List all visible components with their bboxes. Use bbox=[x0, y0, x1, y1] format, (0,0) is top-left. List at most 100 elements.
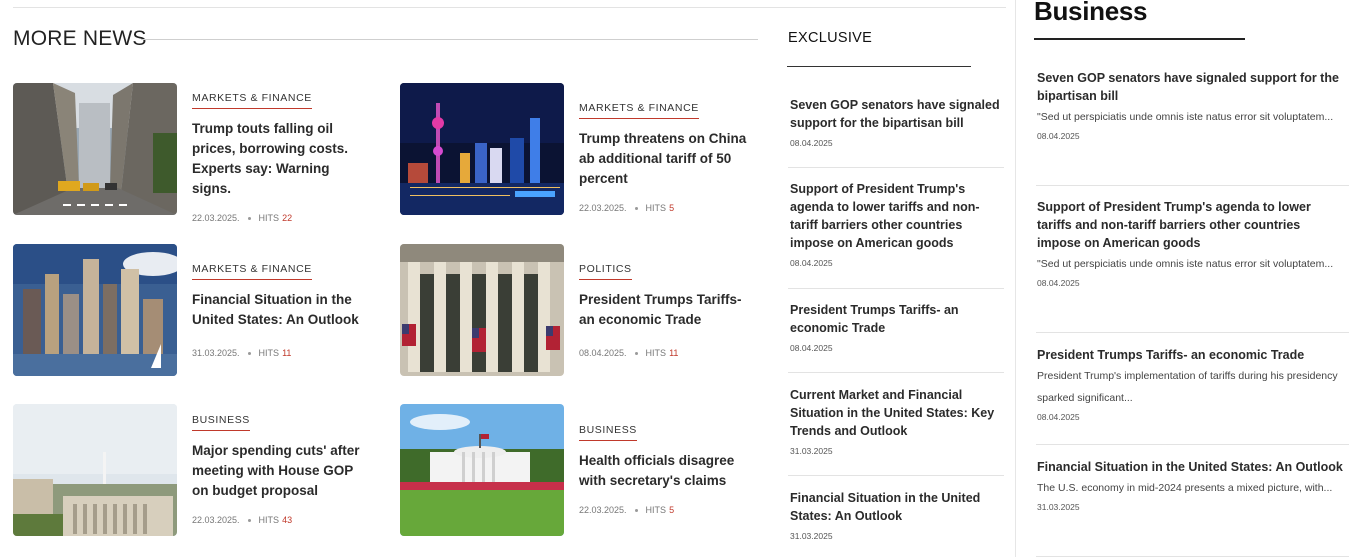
date: 22.03.2025. bbox=[192, 213, 240, 223]
date: 08.04.2025 bbox=[790, 138, 833, 148]
top-divider bbox=[13, 7, 1006, 8]
hits-label: HITS bbox=[258, 515, 280, 525]
more-news-heading: MORE NEWS bbox=[13, 27, 147, 50]
business-item[interactable]: Seven GOP senators have signaled support… bbox=[1037, 69, 1347, 141]
exclusive-heading: EXCLUSIVE bbox=[788, 30, 873, 46]
business-item[interactable]: Financial Situation in the United States… bbox=[1037, 458, 1347, 512]
article-stats: 31.03.2025. HITS 11 bbox=[192, 348, 372, 358]
date: 08.04.2025 bbox=[1037, 412, 1080, 422]
category-label[interactable]: MARKETS & FINANCE bbox=[579, 102, 699, 119]
separator-dot bbox=[634, 508, 638, 512]
business-title-link[interactable]: Seven GOP senators have signaled support… bbox=[1037, 69, 1347, 105]
news-card[interactable]: POLITICS President Trumps Tariffs- an ec… bbox=[400, 244, 760, 379]
hits-label: HITS bbox=[645, 348, 667, 358]
headline-link[interactable]: Health officials disagree with secretary… bbox=[579, 451, 759, 491]
business-title-link[interactable]: Financial Situation in the United States… bbox=[1037, 458, 1347, 476]
separator-dot bbox=[634, 206, 638, 210]
article-stats: 08.04.2025. HITS 11 bbox=[579, 348, 759, 358]
article-stats: 22.03.2025. HITS 43 bbox=[192, 515, 372, 525]
category-label[interactable]: BUSINESS bbox=[579, 424, 637, 441]
hits-label: HITS bbox=[645, 505, 667, 515]
headline-link[interactable]: Major spending cuts' after meeting with … bbox=[192, 441, 372, 501]
business-title-link[interactable]: Support of President Trump's agenda to l… bbox=[1037, 198, 1347, 252]
news-card[interactable]: MARKETS & FINANCE Financial Situation in… bbox=[13, 244, 373, 379]
excerpt: The U.S. economy in mid-2024 presents a … bbox=[1037, 482, 1333, 494]
exclusive-title-link[interactable]: Current Market and Financial Situation i… bbox=[790, 386, 1006, 440]
separator-dot bbox=[634, 351, 638, 355]
separator-dot bbox=[247, 216, 251, 220]
exclusive-item[interactable]: Current Market and Financial Situation i… bbox=[790, 386, 1006, 456]
headline-link[interactable]: Financial Situation in the United States… bbox=[192, 290, 372, 330]
headline-link[interactable]: Trump threatens on China ab additional t… bbox=[579, 129, 759, 189]
hits-label: HITS bbox=[645, 203, 667, 213]
date: 22.03.2025. bbox=[192, 515, 240, 525]
separator-dot bbox=[247, 518, 251, 522]
date: 31.03.2025. bbox=[192, 348, 240, 358]
divider bbox=[1036, 332, 1349, 333]
exclusive-title-link[interactable]: Support of President Trump's agenda to l… bbox=[790, 180, 1006, 252]
shanghai-skyline-photo[interactable] bbox=[400, 83, 564, 215]
headline-link[interactable]: President Trumps Tariffs- an economic Tr… bbox=[579, 290, 759, 330]
business-rule bbox=[1034, 38, 1245, 40]
exclusive-rule bbox=[787, 66, 971, 67]
date: 08.04.2025. bbox=[579, 348, 627, 358]
divider bbox=[788, 372, 1004, 373]
category-label[interactable]: BUSINESS bbox=[192, 414, 250, 431]
date: 22.03.2025. bbox=[579, 203, 627, 213]
divider bbox=[788, 288, 1004, 289]
date: 31.03.2025 bbox=[790, 531, 833, 541]
date: 08.04.2025 bbox=[790, 343, 833, 353]
date: 08.04.2025 bbox=[1037, 131, 1080, 141]
nyc-skyline-photo[interactable] bbox=[13, 244, 177, 376]
excerpt: President Trump's implementation of tari… bbox=[1037, 370, 1338, 404]
date: 31.03.2025 bbox=[790, 446, 833, 456]
category-label[interactable]: MARKETS & FINANCE bbox=[192, 263, 312, 280]
exclusive-item[interactable]: Financial Situation in the United States… bbox=[790, 489, 1006, 541]
hits-count: 5 bbox=[669, 505, 675, 515]
news-card[interactable]: BUSINESS Health officials disagree with … bbox=[400, 404, 760, 539]
business-item[interactable]: President Trumps Tariffs- an economic Tr… bbox=[1037, 346, 1347, 422]
exclusive-title-link[interactable]: Seven GOP senators have signaled support… bbox=[790, 96, 1006, 132]
hits-count: 43 bbox=[282, 515, 293, 525]
news-card[interactable]: BUSINESS Major spending cuts' after meet… bbox=[13, 404, 373, 539]
column-divider bbox=[1015, 0, 1016, 557]
article-stats: 22.03.2025. HITS 22 bbox=[192, 213, 372, 223]
date: 08.04.2025 bbox=[1037, 278, 1080, 288]
divider bbox=[1036, 444, 1349, 445]
city-street-photo[interactable] bbox=[13, 83, 177, 215]
hits-count: 5 bbox=[669, 203, 675, 213]
hits-label: HITS bbox=[258, 348, 280, 358]
separator-dot bbox=[247, 351, 251, 355]
hits-count: 11 bbox=[669, 348, 679, 358]
hits-label: HITS bbox=[258, 213, 280, 223]
divider bbox=[788, 167, 1004, 168]
business-item[interactable]: Support of President Trump's agenda to l… bbox=[1037, 198, 1347, 288]
stock-exchange-photo[interactable] bbox=[400, 244, 564, 376]
date: 31.03.2025 bbox=[1037, 502, 1080, 512]
divider bbox=[1036, 185, 1349, 186]
washington-aerial-photo[interactable] bbox=[13, 404, 177, 536]
exclusive-item[interactable]: President Trumps Tariffs- an economic Tr… bbox=[790, 301, 1006, 353]
business-title-link[interactable]: President Trumps Tariffs- an economic Tr… bbox=[1037, 346, 1347, 364]
excerpt: "Sed ut perspiciatis unde omnis iste nat… bbox=[1037, 258, 1334, 270]
exclusive-title-link[interactable]: President Trumps Tariffs- an economic Tr… bbox=[790, 301, 1006, 337]
business-heading: Business bbox=[1034, 0, 1148, 26]
date: 22.03.2025. bbox=[579, 505, 627, 515]
white-house-photo[interactable] bbox=[400, 404, 564, 536]
category-label[interactable]: POLITICS bbox=[579, 263, 632, 280]
divider bbox=[788, 475, 1004, 476]
news-card[interactable]: MARKETS & FINANCE Trump threatens on Chi… bbox=[400, 83, 760, 218]
exclusive-item[interactable]: Support of President Trump's agenda to l… bbox=[790, 180, 1006, 268]
date: 08.04.2025 bbox=[790, 258, 833, 268]
news-card[interactable]: MARKETS & FINANCE Trump touts falling oi… bbox=[13, 83, 373, 223]
article-stats: 22.03.2025. HITS 5 bbox=[579, 203, 759, 213]
heading-rule bbox=[141, 39, 758, 40]
hits-count: 11 bbox=[282, 348, 292, 358]
hits-count: 22 bbox=[282, 213, 293, 223]
category-label[interactable]: MARKETS & FINANCE bbox=[192, 92, 312, 109]
exclusive-title-link[interactable]: Financial Situation in the United States… bbox=[790, 489, 1006, 525]
headline-link[interactable]: Trump touts falling oil prices, borrowin… bbox=[192, 119, 372, 199]
exclusive-item[interactable]: Seven GOP senators have signaled support… bbox=[790, 96, 1006, 148]
excerpt: "Sed ut perspiciatis unde omnis iste nat… bbox=[1037, 111, 1334, 123]
article-stats: 22.03.2025. HITS 5 bbox=[579, 505, 759, 515]
